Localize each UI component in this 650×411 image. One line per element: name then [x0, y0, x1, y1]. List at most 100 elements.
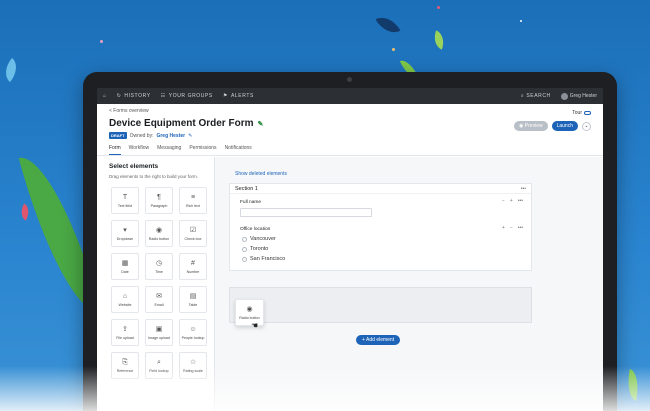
more-icon[interactable]: ••• — [518, 225, 523, 231]
camera — [347, 77, 352, 82]
preview-label: Preview — [524, 123, 543, 129]
element-tile[interactable]: ▤ Table — [179, 286, 207, 314]
tab-workflow[interactable]: Workflow — [129, 145, 149, 155]
element-tile[interactable]: ☺ People lookup — [179, 319, 207, 347]
element-tile[interactable]: ✉ Email — [145, 286, 173, 314]
element-label: Paragraph — [150, 203, 168, 208]
search-button[interactable]: ⌕ SEARCH — [521, 93, 551, 99]
minus-icon[interactable]: − — [510, 225, 513, 231]
decor-dot — [392, 48, 395, 51]
user-name: Greg Hester — [569, 93, 597, 99]
element-tile[interactable]: ▣ Image upload — [145, 319, 173, 347]
top-navigation-bar: ⌂ ↻ HISTORY ☷ YOUR GROUPS ⚑ ALERTS ⌕ SEARCH… — [97, 88, 603, 104]
page-title: Device Equipment Order Form — [109, 118, 254, 129]
decor-dot — [100, 40, 103, 43]
tour-toggle[interactable]: Tour — [572, 110, 591, 116]
element-tile[interactable]: ≡ Rich text — [179, 187, 207, 215]
nav-alerts[interactable]: ⚑ ALERTS — [223, 93, 254, 99]
full-name-input[interactable] — [240, 208, 372, 217]
nav-history-label: HISTORY — [124, 93, 151, 99]
more-icon[interactable]: ••• — [518, 198, 523, 204]
hand-cursor-icon: ☚ — [251, 321, 259, 330]
radio-option-label: Toronto — [250, 246, 269, 252]
element-icon: # — [191, 259, 195, 267]
element-tile[interactable]: ◉ Radio button — [145, 220, 173, 248]
form-section: Section 1 ••• Full name − + ••• Office l… — [229, 183, 532, 271]
element-icon: ¶ — [157, 193, 161, 201]
radio-option-label: San Francisco — [250, 256, 286, 262]
form-meta: DRAFT Owned by: Greg Hester ✎ — [109, 132, 591, 139]
nav-history[interactable]: ↻ HISTORY — [117, 93, 151, 99]
element-label: Number — [186, 269, 200, 274]
field-controls: + − ••• — [502, 225, 523, 231]
tab-notifications[interactable]: Notifications — [225, 145, 252, 155]
element-icon: ◉ — [155, 226, 163, 234]
edit-owner-icon[interactable]: ✎ — [188, 133, 192, 139]
app-screen: ⌂ ↻ HISTORY ☷ YOUR GROUPS ⚑ ALERTS ⌕ SEARCH… — [97, 88, 603, 411]
owner-link[interactable]: Greg Hester — [156, 133, 185, 139]
element-icon: ▤ — [189, 292, 197, 300]
element-label: Text field — [117, 203, 133, 208]
element-label: Image upload — [148, 335, 170, 340]
launch-button[interactable]: Launch — [551, 121, 578, 131]
element-icon: ☆ — [189, 358, 197, 366]
plus-icon[interactable]: + — [502, 225, 505, 231]
bird-decor — [0, 57, 23, 83]
tab-form[interactable]: Form — [109, 145, 121, 155]
element-icon: ✉ — [156, 292, 162, 300]
avatar — [560, 92, 568, 100]
header-actions: ◉ Preview Launch ⌄ — [514, 121, 591, 131]
element-tile[interactable]: T Text field — [111, 187, 139, 215]
element-tile[interactable]: ▾ Dropdown — [111, 220, 139, 248]
user-menu[interactable]: Greg Hester — [560, 92, 597, 100]
element-icon: ☑ — [189, 226, 197, 234]
search-icon: ⌕ — [520, 93, 525, 99]
dragged-element-card[interactable]: ◉ Radio button — [235, 299, 264, 326]
radio-icon — [242, 256, 247, 262]
radio-option[interactable]: San Francisco — [242, 256, 521, 262]
nav-your-groups[interactable]: ☷ YOUR GROUPS — [161, 93, 213, 99]
add-element-button[interactable]: + Add element — [356, 335, 401, 345]
bird-decor — [375, 11, 401, 39]
element-icon: ▦ — [121, 259, 129, 267]
sidebar-title: Select elements — [109, 163, 159, 170]
element-tile[interactable]: ¶ Paragraph — [145, 187, 173, 215]
field-controls: − + ••• — [502, 198, 523, 204]
radio-option[interactable]: Vancouver — [242, 236, 521, 242]
element-icon: ◷ — [155, 259, 163, 267]
element-label: Table — [188, 302, 198, 307]
element-icon: ☺ — [189, 325, 197, 333]
element-tile[interactable]: ◷ Time — [145, 253, 173, 281]
plus-icon[interactable]: + — [510, 198, 513, 204]
office-location-field[interactable]: Office location Vancouver Toronto San Fr… — [230, 221, 531, 270]
element-label: File upload — [116, 335, 134, 340]
tab-permissions[interactable]: Permissions — [189, 145, 216, 155]
laptop-frame: ⌂ ↻ HISTORY ☷ YOUR GROUPS ⚑ ALERTS ⌕ SEARCH… — [83, 72, 617, 411]
element-tile[interactable]: ⇪ File upload — [111, 319, 139, 347]
preview-button[interactable]: ◉ Preview — [514, 121, 548, 131]
element-tile[interactable]: ▦ Date — [111, 253, 139, 281]
radio-option-label: Vancouver — [250, 236, 276, 242]
breadcrumb[interactable]: < Forms overview — [109, 108, 591, 114]
radio-icon — [242, 236, 247, 242]
element-label: People lookup — [181, 335, 205, 340]
drop-zone[interactable] — [229, 287, 532, 323]
history-icon: ↻ — [116, 93, 122, 99]
chevron-down-icon[interactable]: ⌄ — [582, 121, 591, 131]
element-tile[interactable]: # Number — [179, 253, 207, 281]
edit-title-icon[interactable]: ✎ — [257, 120, 263, 128]
element-icon: ⇪ — [122, 325, 128, 333]
element-tile[interactable]: ⌂ Website — [111, 286, 139, 314]
radio-option[interactable]: Toronto — [242, 246, 521, 252]
more-icon[interactable]: ••• — [521, 186, 526, 192]
decor-dot — [437, 6, 440, 9]
form-tabs: Form Workflow Messaging Permissions Noti… — [109, 145, 252, 155]
element-label: Email — [154, 302, 164, 307]
minus-icon[interactable]: − — [502, 198, 505, 204]
full-name-field[interactable]: Full name − + ••• — [230, 194, 531, 221]
element-label: Dropdown — [116, 236, 134, 241]
element-tile[interactable]: ☑ Check box — [179, 220, 207, 248]
show-deleted-link[interactable]: Show deleted elements — [235, 171, 593, 177]
home-icon[interactable]: ⌂ — [103, 93, 107, 99]
tab-messaging[interactable]: Messaging — [157, 145, 181, 155]
